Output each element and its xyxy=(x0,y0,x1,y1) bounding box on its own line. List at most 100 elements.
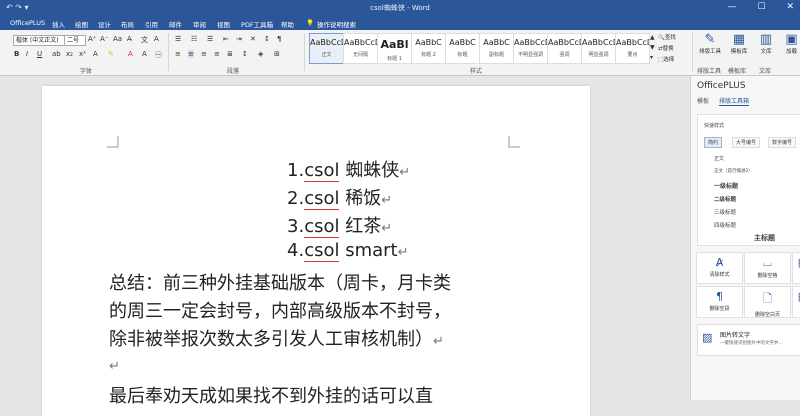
italic-button[interactable]: I xyxy=(26,50,28,58)
layout-tools-button[interactable]: ✎ 排版工具 xyxy=(697,32,723,55)
document-page[interactable]: 1.csol 蜘蛛侠↵ 2.csol 稀饭↵ 3.csol 红茶↵ 4.csol… xyxy=(42,86,590,416)
pane-tab-layout-toolbox[interactable]: 排版工具箱 xyxy=(719,96,750,106)
underline-button[interactable]: U xyxy=(37,50,42,58)
style-subtitle[interactable]: AaBbC 副标题 xyxy=(479,33,514,64)
char-shading-button[interactable]: A xyxy=(142,50,147,58)
maximize-icon[interactable]: ☐ xyxy=(758,2,766,12)
style-strong[interactable]: AaBbCcDd 要点 xyxy=(615,33,650,64)
increase-indent-button[interactable]: ⇥ xyxy=(236,35,242,43)
style-intense-emphasis[interactable]: AaBbCcDd 明显强调 xyxy=(581,33,616,64)
more-tool[interactable]: ▤ xyxy=(792,286,800,318)
font-color-button[interactable]: A xyxy=(128,50,133,58)
style-item-normal-indent[interactable]: 正文（首行缩进2） xyxy=(714,168,753,174)
shading-button[interactable]: ◈ xyxy=(258,50,263,58)
font-name-combo[interactable]: 楷体 (中文正文) xyxy=(13,35,65,46)
tab-draw[interactable]: 绘图 xyxy=(75,19,88,29)
align-right-button[interactable]: ≡ xyxy=(201,50,207,58)
menu-bar: OfficePLUS 插入 绘图 设计 布局 引用 邮件 审阅 视图 PDF工具… xyxy=(0,17,800,30)
style-subtle-emphasis[interactable]: AaBbCcDd 不明显强调 xyxy=(513,33,548,64)
style-normal[interactable]: AaBbCcDd 正文 xyxy=(309,33,344,64)
remove-spaces-icon: ⌴ xyxy=(763,256,772,269)
tab-pdf-toolbox[interactable]: PDF工具箱 xyxy=(241,19,273,29)
tool-label: 删除空段 xyxy=(709,306,730,312)
style-title[interactable]: AaBbC 标题 xyxy=(445,33,480,64)
tab-help[interactable]: 帮助 xyxy=(281,19,294,29)
highlight-button[interactable]: ✎ xyxy=(108,50,114,58)
tab-references[interactable]: 引用 xyxy=(145,19,158,29)
text-effects-button[interactable]: A xyxy=(93,50,98,58)
char-border-button[interactable]: A xyxy=(154,35,159,43)
tab-officeplus[interactable]: OfficePLUS xyxy=(10,19,45,27)
font-size-combo[interactable]: 二号 xyxy=(64,35,86,46)
style-item-h3[interactable]: 三级标题 xyxy=(714,208,736,216)
change-case-button[interactable]: Aa xyxy=(113,35,122,43)
style-item-main-title[interactable]: 主标题 xyxy=(754,233,775,243)
tab-mailings[interactable]: 邮件 xyxy=(169,19,182,29)
tell-me-search[interactable]: 操作说明搜索 xyxy=(317,19,356,29)
sort-button[interactable]: ↕ xyxy=(264,35,270,43)
style-heading-2[interactable]: AaBbC 标题 2 xyxy=(411,33,446,64)
decrease-indent-button[interactable]: ⇤ xyxy=(223,35,229,43)
tab-design[interactable]: 设计 xyxy=(98,19,111,29)
select-button[interactable]: ⬚选择 xyxy=(658,55,674,63)
library-button[interactable]: ▥ 文库 xyxy=(756,32,776,55)
subscript-button[interactable]: x₂ xyxy=(66,50,73,58)
chinese-layout-button[interactable]: ✕ xyxy=(250,35,256,43)
styles-scroll-up-icon[interactable]: ▲ xyxy=(650,34,655,41)
minimize-icon[interactable]: — xyxy=(728,2,737,12)
quick-style-card: 快速样式 简约 大号编号 数字编号 正文 正文（首行缩进2） 一级标题 二级标题… xyxy=(697,114,800,246)
chip-large-number[interactable]: 大号编号 xyxy=(732,137,761,148)
borders-button[interactable]: ⊞ xyxy=(274,50,280,58)
more-tool[interactable]: ▤ xyxy=(792,252,800,284)
remove-empty-paragraphs-icon: ¶ xyxy=(716,290,723,303)
show-marks-button[interactable]: ¶ xyxy=(277,35,281,43)
styles-more-icon[interactable]: ▾ xyxy=(650,54,653,61)
style-no-spacing[interactable]: AaBbCcDd 无间隔 xyxy=(343,33,378,64)
style-sample: AaBbCcDd xyxy=(616,38,649,47)
style-heading-1[interactable]: AaBl 标题 1 xyxy=(377,33,412,64)
remove-spaces-tool[interactable]: ⌴ 删除空格 xyxy=(744,252,791,284)
align-center-button[interactable]: ≡ xyxy=(188,50,194,58)
chip-simple[interactable]: 简约 xyxy=(704,137,723,148)
image-to-text-card[interactable]: ▨ 图片转文字 一键快速识别图片中的文字并... xyxy=(697,324,800,356)
strikethrough-button[interactable]: ab xyxy=(52,50,61,58)
grow-font-button[interactable]: A⁺ xyxy=(88,35,96,43)
line-spacing-button[interactable]: ↕ xyxy=(242,50,248,58)
styles-scroll-down-icon[interactable]: ▼ xyxy=(650,44,655,51)
template-library-button[interactable]: ▦ 模板库 xyxy=(727,32,751,55)
close-icon[interactable]: ✕ xyxy=(786,2,794,12)
clear-style-tool[interactable]: A̷ 清除样式 xyxy=(696,252,743,284)
tab-view[interactable]: 视图 xyxy=(217,19,230,29)
replace-button[interactable]: ⇄替换 xyxy=(658,44,674,52)
enclose-char-button[interactable]: ㊀ xyxy=(155,50,162,60)
style-emphasis[interactable]: AaBbCcDd 强调 xyxy=(547,33,582,64)
style-item-h2[interactable]: 二级标题 xyxy=(714,195,736,203)
phonetic-button[interactable]: 文 xyxy=(141,35,148,45)
find-button[interactable]: 🔍查找 xyxy=(658,33,676,41)
numbering-button[interactable]: ☷ xyxy=(191,35,197,43)
style-name: 要点 xyxy=(627,52,638,58)
add-in-label: 加载 xyxy=(785,49,797,55)
tab-review[interactable]: 审阅 xyxy=(193,19,206,29)
shrink-font-button[interactable]: A⁻ xyxy=(100,35,108,43)
multilevel-list-button[interactable]: ☰ xyxy=(207,35,213,43)
justify-button[interactable]: ≡ xyxy=(214,50,220,58)
distributed-button[interactable]: ≣ xyxy=(227,50,233,58)
bold-button[interactable]: B xyxy=(14,50,19,58)
tab-insert[interactable]: 插入 xyxy=(52,19,65,29)
add-in-button[interactable]: ▣ 加载 xyxy=(783,32,800,55)
remove-blank-pages-tool[interactable]: 🗋 删除空白页 xyxy=(744,286,791,318)
align-left-button[interactable]: ≡ xyxy=(175,50,181,58)
chip-digit-number[interactable]: 数字编号 xyxy=(768,137,797,148)
bullets-button[interactable]: ☰ xyxy=(175,35,181,43)
style-item-h4[interactable]: 四级标题 xyxy=(714,221,736,229)
tab-layout[interactable]: 布局 xyxy=(121,19,134,29)
clear-format-button[interactable]: A̶ xyxy=(127,35,132,43)
list-item: 4.csol smart↵ xyxy=(287,240,409,262)
pane-tab-templates[interactable]: 模板 xyxy=(697,96,709,105)
style-item-normal[interactable]: 正文 xyxy=(714,155,724,162)
style-item-h1[interactable]: 一级标题 xyxy=(714,181,738,190)
remove-empty-paragraphs-tool[interactable]: ¶ 删除空段 xyxy=(696,286,743,318)
library-icon: ▥ xyxy=(759,32,773,47)
superscript-button[interactable]: x² xyxy=(79,50,86,58)
